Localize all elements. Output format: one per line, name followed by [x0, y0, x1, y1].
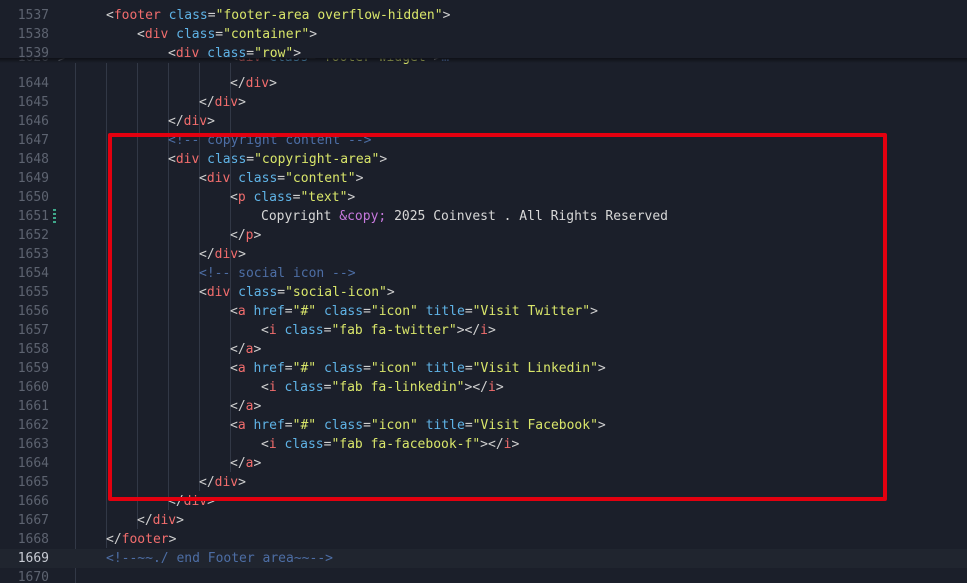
code-line[interactable]: 1669 <!--~~./ end Footer area~~-->	[0, 549, 967, 568]
code-line[interactable]: 1670	[0, 568, 967, 583]
code-text: </footer>	[106, 530, 176, 549]
line-number: 1537	[17, 8, 49, 23]
code-editor[interactable]: 1644 </div> 1645 </div> 1646 </div> 1647 <!-- c…	[0, 0, 967, 583]
code-token: footer	[113, 8, 161, 23]
code-token: >	[207, 114, 215, 129]
line-number: 1669	[17, 551, 49, 566]
code-token: </	[230, 76, 246, 91]
code-line[interactable]: 1645 </div>	[0, 93, 967, 112]
line-number: 1657	[17, 323, 49, 338]
code-token: <	[106, 8, 114, 23]
line-number: 1665	[17, 475, 49, 490]
line-number: 1662	[17, 418, 49, 433]
line-number: 1650	[17, 190, 49, 205]
code-token: =	[215, 27, 224, 42]
line-number: 1653	[17, 247, 49, 262]
code-token: </	[168, 114, 184, 129]
line-number: 1667	[17, 513, 49, 528]
code-text: <footer class="footer-area overflow-hidd…	[106, 6, 450, 25]
code-token: =	[207, 8, 216, 23]
line-number: 1658	[17, 342, 49, 357]
code-line[interactable]: 1646 </div>	[0, 112, 967, 131]
code-text: </div>	[230, 74, 277, 93]
line-number: 1656	[17, 304, 49, 319]
code-token: div	[183, 114, 208, 129]
line-number: 1644	[17, 76, 49, 91]
code-line[interactable]: 1667 </div>	[0, 511, 967, 530]
code-token: div	[144, 27, 169, 42]
code-token: footer	[121, 532, 169, 547]
line-number: 1651	[17, 209, 49, 224]
line-number: 1538	[17, 27, 49, 42]
line-number: 1661	[17, 399, 49, 414]
line-number: 1649	[17, 171, 49, 186]
code-token: <!--~~./ end Footer area~~-->	[106, 551, 333, 566]
code-token: class	[168, 8, 208, 23]
code-token: "container"	[223, 27, 310, 42]
code-token: class	[176, 27, 216, 42]
code-token: div	[245, 76, 270, 91]
code-text: </div>	[137, 511, 184, 530]
line-number: 1654	[17, 266, 49, 281]
code-token: >	[168, 532, 177, 547]
code-token: >	[309, 27, 318, 42]
code-text: <div class="container">	[137, 25, 317, 44]
line-number: 1663	[17, 437, 49, 452]
code-token: div	[152, 513, 177, 528]
line-number: 1655	[17, 285, 49, 300]
sticky-scroll-shadow	[0, 58, 967, 63]
line-number: 1664	[17, 456, 49, 471]
code-token: </	[106, 532, 122, 547]
code-token: </	[199, 95, 215, 110]
line-number: 1652	[17, 228, 49, 243]
line-number: 1668	[17, 532, 49, 547]
code-token: >	[442, 8, 451, 23]
code-line[interactable]: 1668 </footer>	[0, 530, 967, 549]
code-line[interactable]: 1644 </div>	[0, 74, 967, 93]
git-modified-marker[interactable]	[53, 209, 56, 224]
line-number: 1666	[17, 494, 49, 509]
code-token: <	[137, 27, 145, 42]
line-number: 1648	[17, 152, 49, 167]
code-text: </div>	[168, 112, 215, 131]
line-number: 1660	[17, 380, 49, 395]
line-number: 1646	[17, 114, 49, 129]
code-text: <!--~~./ end Footer area~~-->	[106, 549, 333, 568]
code-token: "footer-area overflow-hidden"	[215, 8, 443, 23]
annotation-highlight-box	[108, 133, 887, 501]
line-number: 1647	[17, 133, 49, 148]
line-number: 1659	[17, 361, 49, 376]
code-token: >	[176, 513, 184, 528]
code-line[interactable]: 1537 <footer class="footer-area overflow-…	[0, 6, 967, 25]
code-token: div	[214, 95, 239, 110]
code-token: >	[269, 76, 277, 91]
code-text: </div>	[199, 93, 246, 112]
line-number: 1670	[17, 570, 49, 583]
code-token: >	[238, 95, 246, 110]
code-token: </	[137, 513, 153, 528]
line-number: 1645	[17, 95, 49, 110]
code-line[interactable]: 1538 <div class="container">	[0, 25, 967, 44]
